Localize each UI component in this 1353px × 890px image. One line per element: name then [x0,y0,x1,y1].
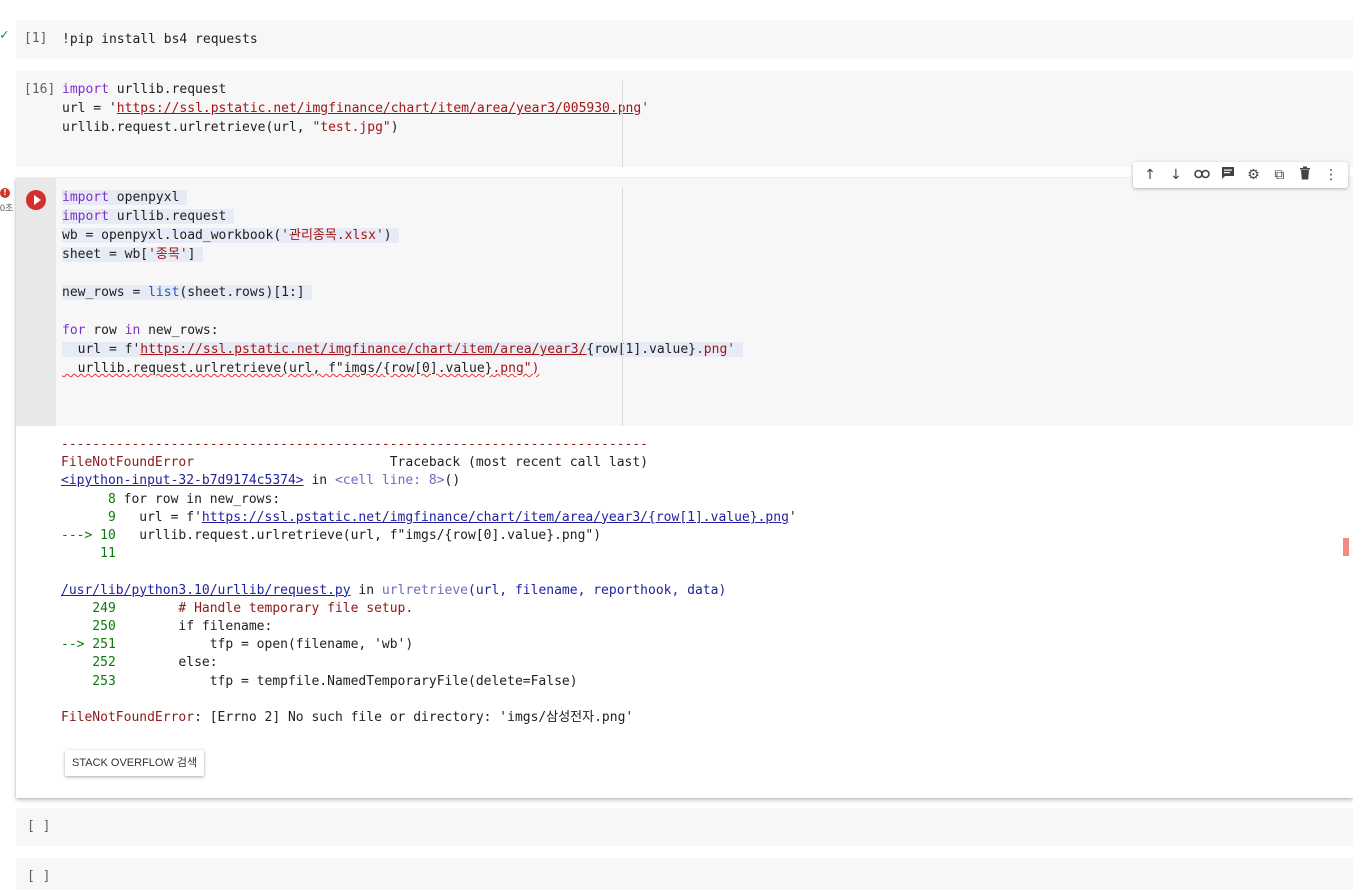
error-name: FileNotFoundError [61,710,195,726]
elapsed-time: 0초 [0,203,14,213]
error-output: ----------------------------------------… [61,437,797,726]
search-stack-overflow-button[interactable]: STACK OVERFLOW 검색 [65,750,205,776]
traceback-link[interactable]: /usr/lib/python3.10/urllib/request.py [61,583,351,598]
execution-count: [ ] [27,869,51,884]
code-cell-2[interactable]: [16] import urllib.request url = 'https:… [16,71,1353,167]
execution-count: [1] [24,31,48,46]
cell-source[interactable]: import openpyxl import urllib.request wb… [62,188,743,378]
code-cell-3[interactable]: import openpyxl import urllib.request wb… [16,178,1353,798]
traceback-url[interactable]: https://ssl.pstatic.net/imgfinance/chart… [202,510,789,525]
code-cell-5[interactable]: [ ] [16,858,1353,890]
success-check-icon: ✓ [0,27,9,43]
cell-editor[interactable]: import openpyxl import urllib.request wb… [56,178,1353,426]
execution-count: [ ] [27,819,51,834]
cell-source[interactable]: import urllib.request url = 'https://ssl… [62,80,649,137]
ruler-line [622,81,623,167]
play-icon [33,195,41,205]
code-cell-1[interactable]: [1] !pip install bs4 requests [16,20,1353,59]
move-up-icon[interactable]: ↑ [1139,167,1161,183]
comment-icon[interactable] [1217,166,1239,184]
execution-count: [16] [24,82,56,97]
code-cell-4[interactable]: [ ] [16,808,1353,846]
error-message: : [Errno 2] No such file or directory: '… [194,710,634,726]
error-badge-icon: ! [0,188,10,198]
cell-toolbar: ↑ ↓ ⚙ ⧉ ⋮ [1133,162,1348,188]
traceback-link[interactable]: <ipython-input-32-b7d9174c5374> [61,473,304,488]
code-url: https://ssl.pstatic.net/imgfinance/chart… [116,101,642,116]
run-cell-button[interactable] [26,190,46,210]
cell-gutter [16,178,56,426]
mirror-cell-icon[interactable]: ⧉ [1268,167,1290,183]
move-down-icon[interactable]: ↓ [1165,167,1187,183]
code-url: https://ssl.pstatic.net/imgfinance/chart… [140,342,587,357]
scrollbar-error-marker [1343,538,1349,556]
settings-gear-icon[interactable]: ⚙ [1242,167,1264,183]
ruler-line [622,188,623,426]
cell-source[interactable]: !pip install bs4 requests [62,30,258,49]
delete-icon[interactable] [1294,166,1316,184]
more-options-icon[interactable]: ⋮ [1320,167,1342,183]
link-icon[interactable] [1191,167,1213,183]
error-name: FileNotFoundError [61,455,195,471]
